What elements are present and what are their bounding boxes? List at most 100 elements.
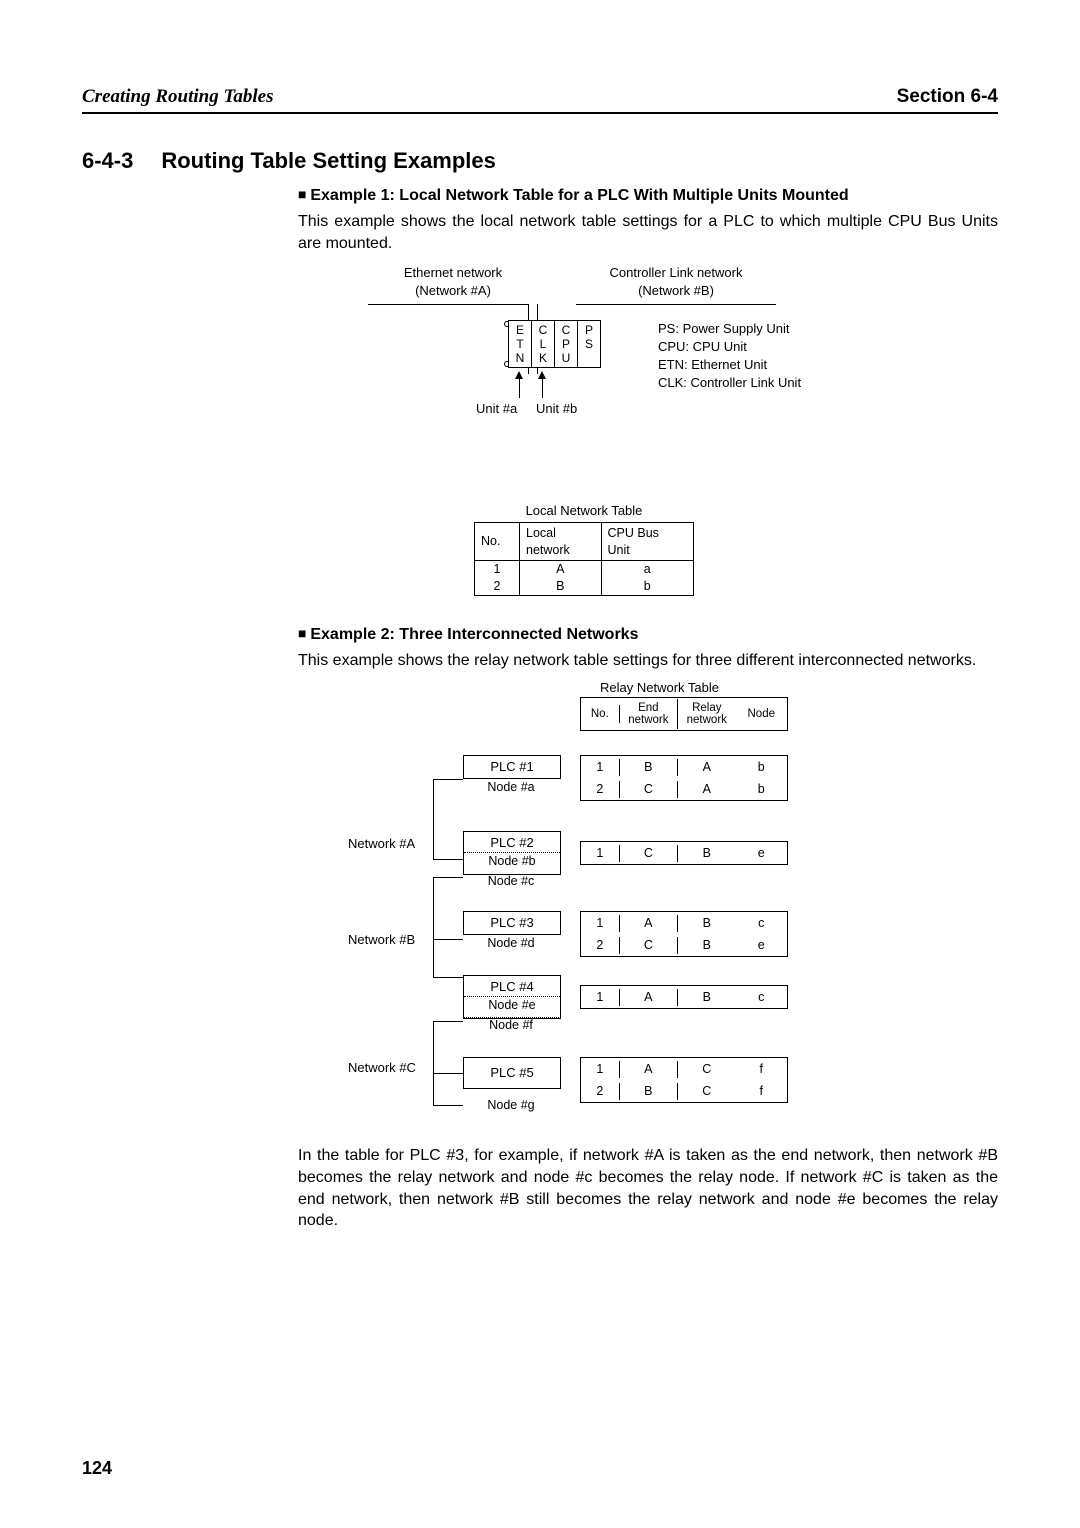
cell: b [602, 578, 693, 595]
label-unit-b: Unit #b [536, 400, 577, 418]
label-node-c: Node #c [463, 873, 559, 890]
col-end: End network [620, 699, 678, 729]
local-network-table: No. Local network CPU Bus Unit 1 2 A B a [474, 522, 694, 597]
subsection-number: 6-4-3 [82, 146, 133, 176]
figure-example1: Ethernet network (Network #A) Controller… [298, 264, 998, 444]
example2-title: Example 2: Three Interconnected Networks [298, 624, 998, 646]
legend: PS: Power Supply Unit CPU: CPU Unit ETN:… [658, 320, 801, 392]
slot-clk: C L K [532, 321, 555, 367]
cell: a [602, 561, 693, 578]
cell: e [736, 845, 788, 862]
cell: c [736, 989, 788, 1006]
cell: A [520, 561, 601, 578]
cell: e [736, 937, 788, 954]
cell: B [520, 578, 601, 595]
col-local: Local network [520, 522, 602, 561]
subsection-heading: 6-4-3 Routing Table Setting Examples [82, 146, 998, 176]
cell: f [736, 1083, 788, 1100]
cell: 1 [581, 759, 620, 776]
cell: b [736, 759, 788, 776]
label-node-e: Node #e [464, 996, 560, 1014]
plc5-box: PLC #5 [463, 1057, 561, 1089]
rnt-plc2: 1 C B e [580, 841, 788, 865]
col-cpu: CPU Bus Unit [601, 522, 693, 561]
label-ethernet-network: Ethernet network [368, 264, 538, 282]
cell: B [620, 759, 678, 776]
cell: B [678, 989, 735, 1006]
label-network-b: Network #B [348, 931, 415, 949]
lnt-caption: Local Network Table [474, 502, 694, 520]
rnt-header: No. End network Relay network Node [580, 697, 788, 731]
cell: C [620, 781, 678, 798]
cell: B [678, 937, 735, 954]
label-clk-network: Controller Link network [576, 264, 776, 282]
cell: c [736, 915, 788, 932]
legend-clk: CLK: Controller Link Unit [658, 374, 801, 392]
plc2-box: PLC #2 Node #b [463, 831, 561, 875]
cell: C [678, 1061, 735, 1078]
cell: 1 [581, 989, 620, 1006]
label-network-a: (Network #A) [368, 282, 538, 300]
example2-after-paragraph: In the table for PLC #3, for example, if… [298, 1145, 998, 1231]
header-right: Section 6-4 [897, 84, 998, 110]
legend-cpu: CPU: CPU Unit [658, 338, 801, 356]
cell: 2 [581, 937, 620, 954]
slot-ps: P S [578, 321, 600, 367]
cell: 2 [581, 781, 620, 798]
cell: B [678, 915, 735, 932]
figure-example2: Relay Network Table No. End network Rela… [298, 679, 998, 1139]
cell: f [736, 1061, 788, 1078]
label-network-a: Network #A [348, 835, 415, 853]
slot-cpu: C P U [555, 321, 578, 367]
cell: 1 [581, 915, 620, 932]
slot-etn: E T N [509, 321, 532, 367]
header-left: Creating Routing Tables [82, 84, 273, 110]
legend-ps: PS: Power Supply Unit [658, 320, 801, 338]
cell: A [678, 759, 735, 776]
label-node-b: Node #b [464, 852, 560, 870]
example2-paragraph: This example shows the relay network tab… [298, 650, 998, 672]
label-network-c: Network #C [348, 1059, 416, 1077]
plc3-box: PLC #3 [463, 911, 561, 935]
cell: 2 [475, 578, 519, 595]
label-node-g: Node #g [463, 1097, 559, 1114]
cell: 1 [475, 561, 519, 578]
cell: A [678, 781, 735, 798]
col-node: Node [736, 705, 788, 723]
cell: C [620, 937, 678, 954]
label-node-a: Node #a [463, 779, 559, 796]
cell: 1 [581, 845, 620, 862]
cell: 2 [581, 1083, 620, 1100]
rnt-plc5: 1 A C f 2 B C f [580, 1057, 788, 1103]
table-row: 1 2 A B a b [475, 561, 694, 596]
col-relay: Relay network [678, 699, 735, 729]
col-no: No. [581, 705, 620, 723]
rnt-plc4: 1 A B c [580, 985, 788, 1009]
cell: A [620, 915, 678, 932]
plc4-box: PLC #4 Node #e [463, 975, 561, 1019]
label-network-b: (Network #B) [576, 282, 776, 300]
label-node-f: Node #f [463, 1017, 559, 1034]
cell: C [678, 1083, 735, 1100]
page-number: 124 [82, 1456, 112, 1480]
local-network-table-block: Local Network Table No. Local network CP… [298, 502, 998, 596]
cell: 1 [581, 1061, 620, 1078]
plc-rack: E T N C L K C P U P S [508, 320, 601, 368]
rnt-plc3: 1 A B c 2 C B e [580, 911, 788, 957]
cell: C [620, 845, 678, 862]
legend-etn: ETN: Ethernet Unit [658, 356, 801, 374]
cell: B [620, 1083, 678, 1100]
label-node-d: Node #d [463, 935, 559, 952]
running-header: Creating Routing Tables Section 6-4 [82, 84, 998, 114]
cell: b [736, 781, 788, 798]
subsection-title: Routing Table Setting Examples [161, 146, 496, 176]
example1-paragraph: This example shows the local network tab… [298, 211, 998, 254]
cell: A [620, 1061, 678, 1078]
label: PLC #2 [464, 834, 560, 852]
rnt-plc1: 1 B A b 2 C A b [580, 755, 788, 801]
cell: B [678, 845, 735, 862]
label-unit-a: Unit #a [476, 400, 517, 418]
cell: A [620, 989, 678, 1006]
table-row: No. Local network CPU Bus Unit [475, 522, 694, 561]
example1-title: Example 1: Local Network Table for a PLC… [298, 185, 998, 207]
